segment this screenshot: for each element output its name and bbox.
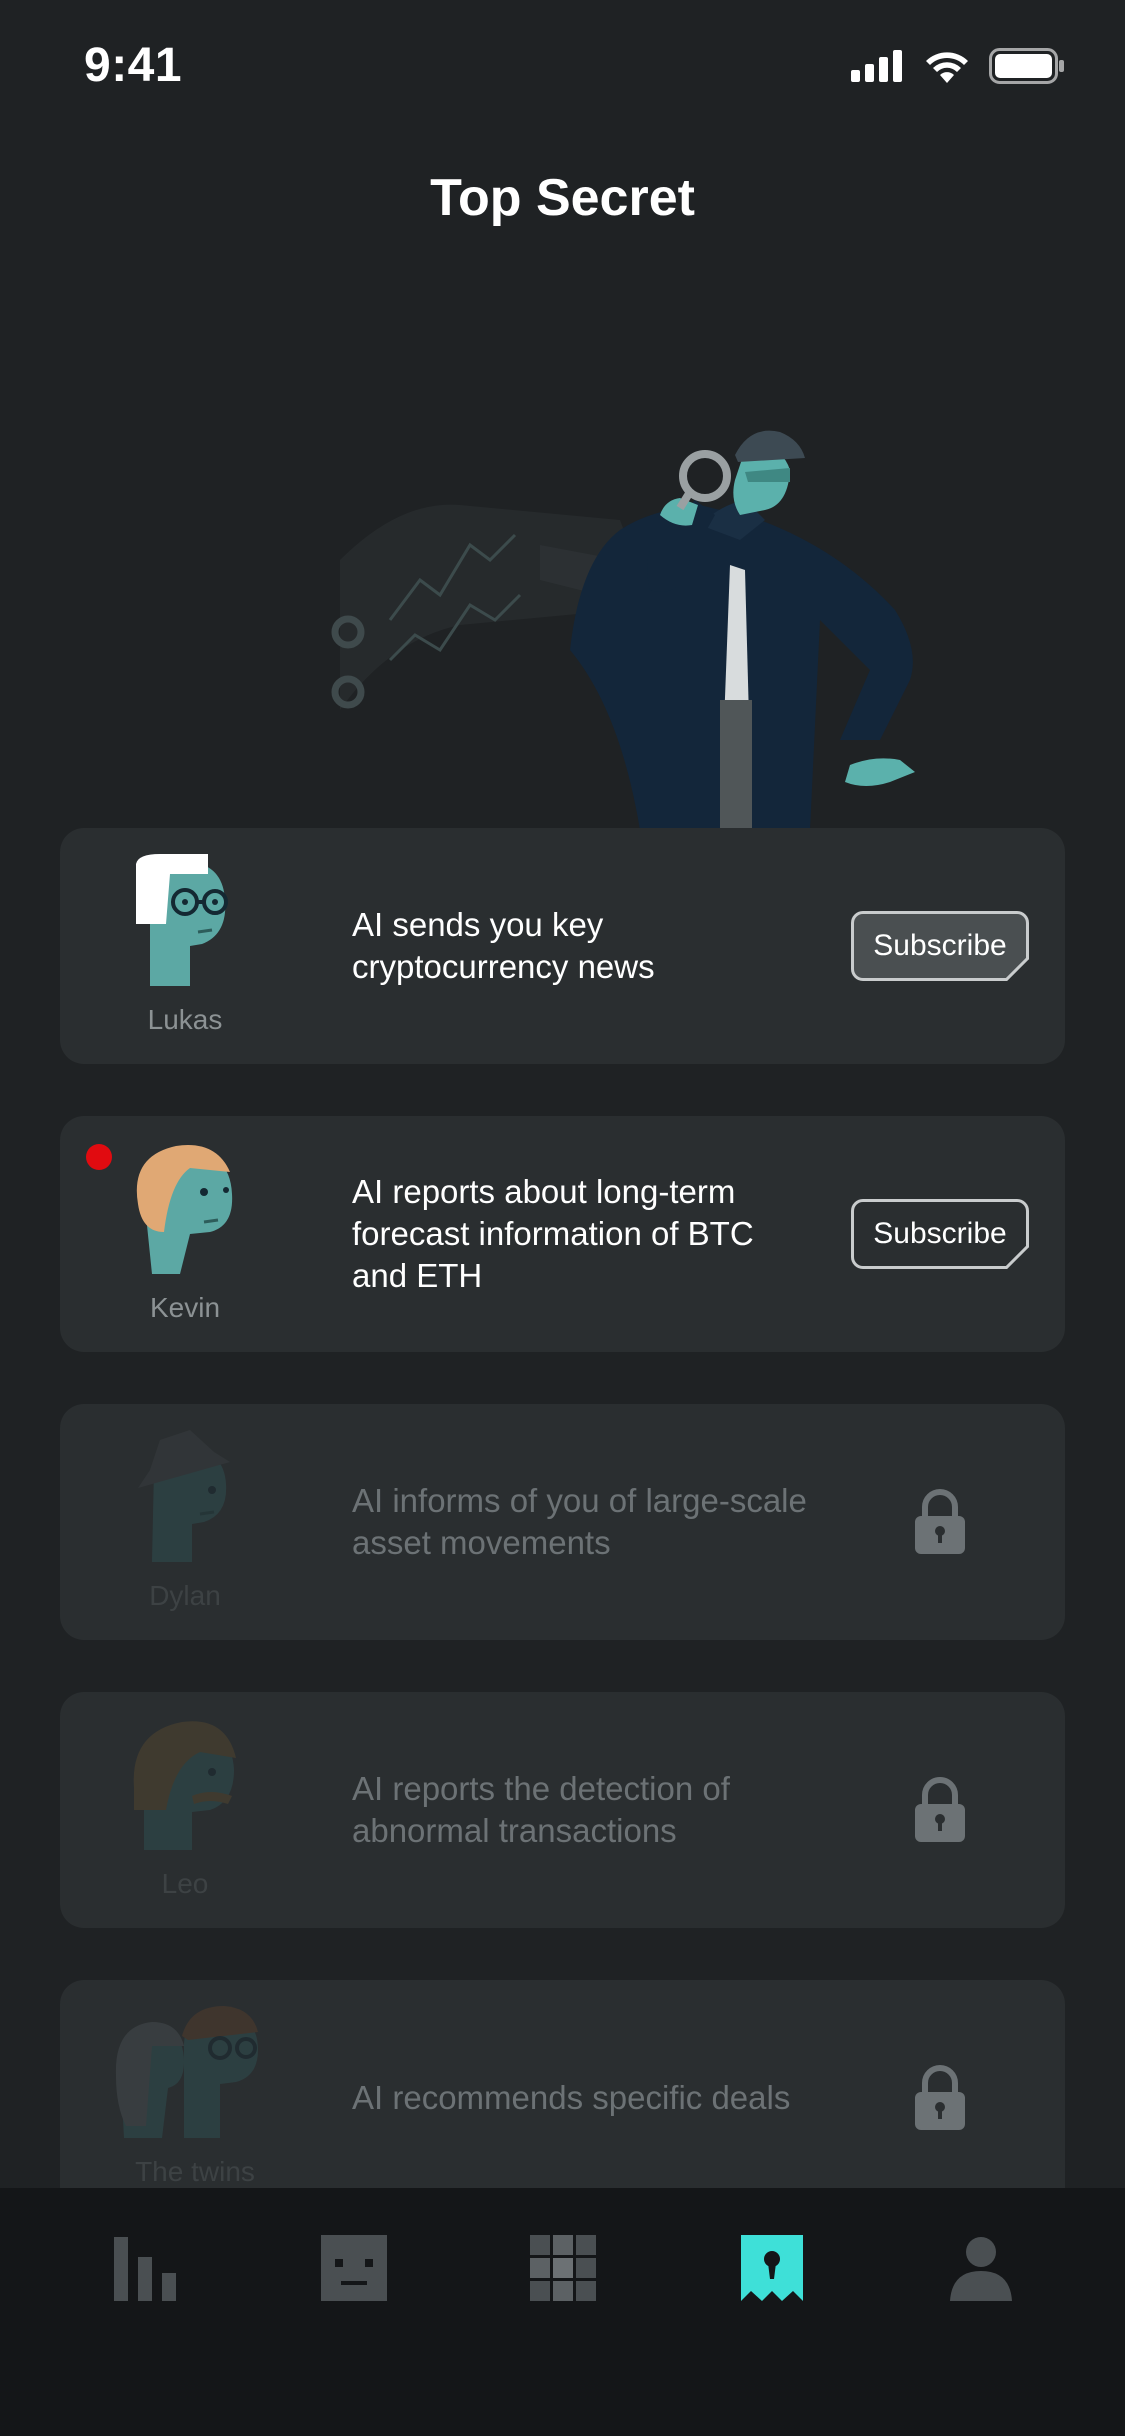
agent-name: Lukas [147,1004,223,1035]
agent-card-kevin: Kevin AI reports about long-term forecas… [60,1116,1065,1352]
agent-card-leo: Leo AI reports the detection of abnormal… [60,1692,1065,1928]
cellular-signal-icon [851,50,902,82]
folded-corner-icon [1005,1245,1029,1269]
agent-description: AI informs of you of large-scale asset m… [352,1482,807,1561]
chart-bars-icon [113,2237,176,2301]
agent-description: AI reports about long-term forecast info… [352,1173,754,1294]
wifi-icon [926,52,968,83]
tab-ai[interactable] [294,2188,414,2348]
agent-name: Leo [161,1868,209,1899]
lukas-avatar [136,854,228,986]
battery-icon [989,48,1064,84]
status-bar: 9:41 [0,0,1125,130]
profile-icon [949,2237,1012,2301]
page-title: Top Secret [430,169,695,227]
status-time: 9:41 [84,39,183,92]
keyhole-bookmark-icon [740,2235,803,2301]
kevin-avatar [136,1145,233,1274]
agent-card-lukas: Lukas AI sends you key cryptocurrency ne… [60,828,1065,1064]
agent-description: AI reports the detection of abnormal tra… [352,1770,730,1849]
tab-profile[interactable] [921,2188,1041,2348]
agent-name: The twins [135,2156,255,2187]
tab-statistics[interactable] [85,2188,205,2348]
tab-bar [0,2188,1125,2436]
lock-icon[interactable] [913,2065,967,2131]
lock-icon[interactable] [913,1777,967,1843]
folded-corner-icon [1005,957,1029,981]
lock-icon[interactable] [913,1489,967,1555]
tab-apps[interactable] [503,2188,623,2348]
agent-name: Kevin [149,1292,221,1323]
agent-description: AI recommends specific deals [352,2079,791,2116]
subscribe-label: Subscribe [873,1217,1007,1250]
status-icons [851,48,1065,84]
grid-icon [529,2235,596,2301]
detective-illustration [331,430,915,830]
dylan-avatar [138,1430,230,1562]
subscribe-button[interactable]: Subscribe [851,911,1029,981]
subscribe-label: Subscribe [873,929,1007,962]
screen: 9:41 Top Secret Lukas AI sends you key c… [0,0,1125,2436]
notification-dot [86,1144,112,1170]
leo-avatar [133,1721,236,1850]
twins-avatar [115,2006,258,2138]
agent-name: Dylan [149,1580,221,1611]
agent-card-the-twins: The twins AI recommends specific deals [60,1980,1065,2216]
agent-card-dylan: Dylan AI informs of you of large-scale a… [60,1404,1065,1640]
agent-description: AI sends you key cryptocurrency news [352,906,655,985]
robot-face-icon [320,2235,387,2301]
tab-top-secret[interactable] [712,2188,832,2348]
subscribe-button[interactable]: Subscribe [851,1199,1029,1269]
